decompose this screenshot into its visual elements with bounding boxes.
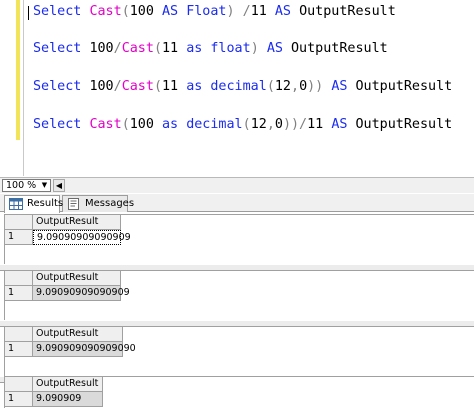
code-token: Cast [89, 4, 122, 19]
code-token: ( [121, 4, 130, 19]
code-token: Cast [121, 79, 154, 94]
code-token: 0 [299, 79, 308, 94]
result-grid-3[interactable]: OutputResult 1 9.090909090909090 [0, 326, 474, 383]
code-token: ( [242, 117, 251, 132]
editor-gutter [0, 0, 16, 176]
code-token: 100 [89, 79, 114, 94]
code-token: AS [331, 117, 356, 132]
code-token: / [113, 79, 122, 94]
code-token: Float [186, 4, 227, 19]
code-token: Select [33, 117, 90, 132]
code-token: 100 [129, 4, 162, 19]
code-token: as [162, 117, 187, 132]
code-token: 11 [162, 79, 187, 94]
results-pane: OutputResult 1 9.09090909090909 OutputRe… [0, 212, 474, 408]
result-cell[interactable]: 9.090909 [33, 392, 103, 407]
column-header[interactable]: OutputResult [33, 327, 123, 342]
code-token: Select [33, 41, 90, 56]
result-cell[interactable]: 9.090909090909090 [33, 342, 136, 357]
text-caret [28, 6, 29, 20]
column-header[interactable]: OutputResult [33, 377, 103, 392]
result-cell[interactable]: 9.09090909090909 [33, 230, 131, 245]
code-token: ) [250, 41, 267, 56]
code-token: 0 [274, 117, 283, 132]
code-token: Cast [121, 41, 154, 56]
column-header[interactable]: OutputResult [33, 215, 121, 230]
code-token: ( [121, 117, 130, 132]
code-token: AS [266, 41, 291, 56]
grid-icon [9, 198, 23, 210]
code-line-3[interactable]: Select 100/Cast(11 as decimal(12,0)) AS … [33, 79, 452, 95]
code-token: 12 [274, 79, 291, 94]
tab-results[interactable]: Results [4, 195, 64, 213]
code-token: Select [33, 4, 90, 19]
tab-messages[interactable]: Messages [62, 195, 134, 212]
code-token: 11 [307, 117, 332, 132]
code-token: OutputResult [355, 117, 453, 132]
change-tracking-bar [16, 0, 20, 140]
code-token: OutputResult [299, 4, 396, 19]
editor-status-strip: 100 % ▼ ◀ [0, 177, 474, 193]
results-tabstrip: Results Messages [0, 194, 474, 213]
result-cell[interactable]: 9.09090909090909 [33, 286, 130, 301]
chevron-down-icon[interactable]: ▼ [40, 181, 49, 190]
code-token: )) [307, 79, 332, 94]
code-token: AS [274, 4, 300, 19]
code-token: OutputResult [291, 41, 388, 56]
code-token: decimal [186, 117, 243, 132]
code-line-1[interactable]: Select Cast(100 AS Float) /11 AS OutputR… [33, 4, 396, 20]
zoom-value: 100 % [6, 180, 37, 191]
outline-line [23, 0, 24, 176]
code-token: decimal [210, 79, 267, 94]
code-token: / [113, 41, 122, 56]
code-token: , [266, 117, 275, 132]
result-grid-4[interactable]: OutputResult 1 9.090909 [4, 376, 474, 408]
code-token: AS [331, 79, 356, 94]
tab-results-label: Results [27, 198, 64, 209]
code-token: as [186, 41, 211, 56]
column-header[interactable]: OutputResult [33, 271, 121, 286]
grid-corner[interactable] [5, 327, 33, 342]
tab-messages-label: Messages [85, 198, 135, 209]
code-token: 11 [162, 41, 187, 56]
code-token: ( [153, 79, 162, 94]
row-header[interactable]: 1 [5, 392, 33, 407]
zoom-dropdown[interactable]: 100 % ▼ [2, 179, 51, 192]
query-editor[interactable]: Select Cast(100 AS Float) /11 AS OutputR… [0, 0, 474, 176]
row-header[interactable]: 1 [5, 286, 33, 301]
code-token: 11 [250, 4, 275, 19]
code-token: 12 [250, 117, 267, 132]
code-token: ( [153, 41, 162, 56]
result-grid-1[interactable]: OutputResult 1 9.09090909090909 [0, 214, 474, 271]
code-token: as [186, 79, 211, 94]
code-token: OutputResult [355, 79, 453, 94]
grid-corner[interactable] [5, 271, 33, 286]
code-token: ))/ [282, 117, 308, 132]
code-line-2[interactable]: Select 100/Cast(11 as float) AS OutputRe… [33, 41, 388, 57]
row-header[interactable]: 1 [5, 230, 33, 245]
message-icon [68, 198, 79, 210]
grid-corner[interactable] [5, 215, 33, 230]
result-grid-2[interactable]: OutputResult 1 9.09090909090909 [0, 270, 474, 327]
grid-corner[interactable] [5, 377, 33, 392]
code-token: ) / [226, 4, 251, 19]
code-token: ( [266, 79, 275, 94]
code-token: AS [162, 4, 187, 19]
code-token: 100 [89, 41, 114, 56]
code-token: Select [33, 79, 90, 94]
code-token: , [291, 79, 300, 94]
code-token: Cast [89, 117, 122, 132]
row-header[interactable]: 1 [5, 342, 33, 357]
code-token: 100 [129, 117, 162, 132]
code-line-4[interactable]: Select Cast(100 as decimal(12,0))/11 AS … [33, 117, 452, 133]
code-token: float [210, 41, 251, 56]
chevron-left-icon[interactable]: ◀ [53, 179, 65, 192]
